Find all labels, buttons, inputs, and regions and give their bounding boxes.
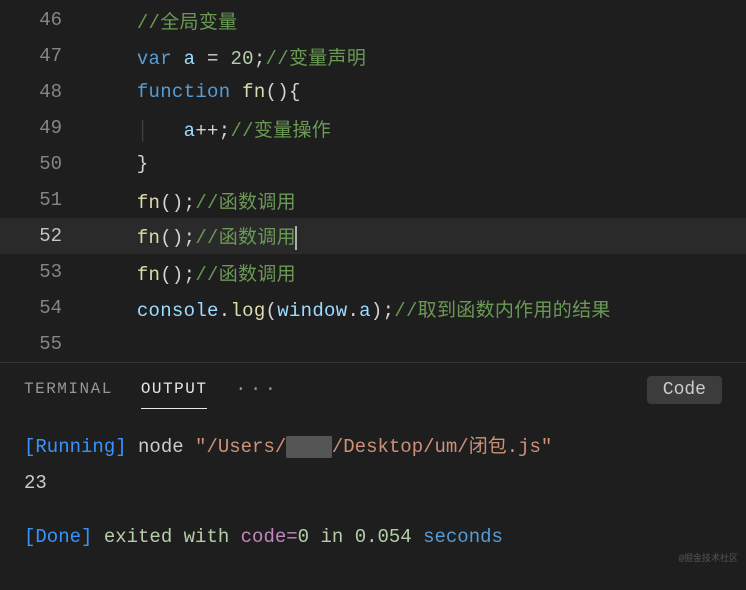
line-content[interactable]: fn();//函数调用: [90, 187, 746, 214]
cursor: [295, 226, 297, 250]
code-line[interactable]: 50 }: [0, 146, 746, 182]
line-number: 50: [0, 153, 90, 175]
code-line[interactable]: 55: [0, 326, 746, 362]
line-content[interactable]: │ a++;//变量操作: [90, 115, 746, 142]
line-content[interactable]: console.log(window.a);//取到函数内作用的结果: [90, 295, 746, 322]
code-line[interactable]: 48 function fn(){: [0, 74, 746, 110]
line-number: 48: [0, 81, 90, 103]
code-line[interactable]: 53 fn();//函数调用: [0, 254, 746, 290]
output-line-result: 23: [24, 465, 722, 501]
panel-tabs: TERMINAL OUTPUT ··· Code: [0, 363, 746, 413]
line-number: 46: [0, 9, 90, 31]
bottom-panel: TERMINAL OUTPUT ··· Code [Running] node …: [0, 362, 746, 590]
line-number: 55: [0, 333, 90, 355]
line-number: 54: [0, 297, 90, 319]
line-content[interactable]: fn();//函数调用: [90, 259, 746, 286]
output-line-running: [Running] node "/Users/████/Desktop/um/闭…: [24, 429, 722, 465]
line-content[interactable]: //全局变量: [90, 7, 746, 34]
line-number: 53: [0, 261, 90, 283]
tab-terminal[interactable]: TERMINAL: [24, 380, 113, 408]
output-line-done: [Done] exited with code=0 in 0.054 secon…: [24, 519, 722, 555]
code-line[interactable]: 46 //全局变量: [0, 2, 746, 38]
line-content[interactable]: }: [90, 153, 746, 175]
code-line[interactable]: 52 fn();//函数调用: [0, 218, 746, 254]
line-content[interactable]: fn();//函数调用: [90, 222, 746, 250]
code-editor[interactable]: 46 //全局变量47 var a = 20;//变量声明48 function…: [0, 0, 746, 362]
output-content[interactable]: [Running] node "/Users/████/Desktop/um/闭…: [0, 413, 746, 571]
line-number: 52: [0, 225, 90, 247]
code-line[interactable]: 54 console.log(window.a);//取到函数内作用的结果: [0, 290, 746, 326]
line-number: 47: [0, 45, 90, 67]
code-line[interactable]: 47 var a = 20;//变量声明: [0, 38, 746, 74]
watermark: @掘金技术社区: [679, 551, 738, 564]
line-content[interactable]: var a = 20;//变量声明: [90, 43, 746, 70]
code-line[interactable]: 49 │ a++;//变量操作: [0, 110, 746, 146]
line-content[interactable]: function fn(){: [90, 81, 746, 103]
line-number: 49: [0, 117, 90, 139]
output-channel-selector[interactable]: Code: [647, 376, 722, 404]
tab-output[interactable]: OUTPUT: [141, 380, 208, 409]
line-number: 51: [0, 189, 90, 211]
tab-more-icon[interactable]: ···: [235, 380, 279, 400]
code-line[interactable]: 51 fn();//函数调用: [0, 182, 746, 218]
